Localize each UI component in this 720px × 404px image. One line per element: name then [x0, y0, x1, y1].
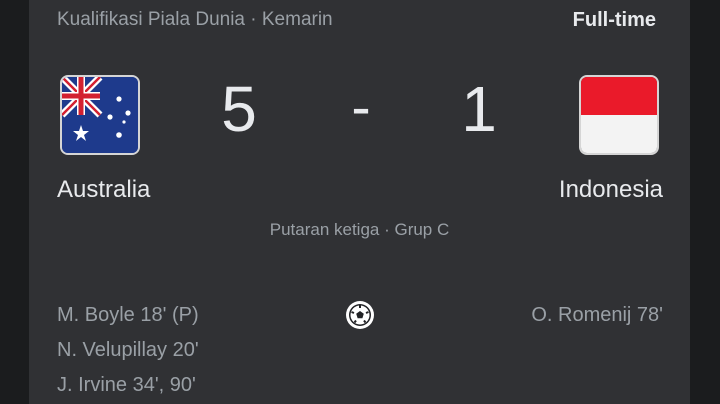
- scorer-item: J. Irvine 34', 90': [57, 374, 196, 396]
- match-status: Full-time: [572, 9, 656, 31]
- australia-flag-icon[interactable]: [62, 77, 138, 153]
- flag-red-band: [581, 77, 657, 115]
- home-scorers-list: M. Boyle 18' (P) N. Velupillay 20' J. Ir…: [57, 298, 199, 403]
- scorer-item: M. Boyle 18' (P): [57, 304, 199, 326]
- home-score: 5: [221, 73, 257, 145]
- indonesia-flag-icon[interactable]: [581, 77, 657, 153]
- away-score: 1: [461, 73, 497, 145]
- away-scorers-list: O. Romenij 78': [531, 298, 663, 333]
- competition-label: Kualifikasi Piala Dunia · Kemarin: [57, 9, 333, 30]
- home-team-name[interactable]: Australia: [57, 176, 150, 204]
- flag-white-band: [581, 115, 657, 153]
- away-team-name[interactable]: Indonesia: [559, 176, 663, 204]
- scorer-item: O. Romenij 78': [531, 304, 663, 326]
- round-label: Putaran ketiga · Grup C: [269, 220, 450, 239]
- scorer-item: N. Velupillay 20': [57, 339, 199, 361]
- soccer-ball-icon: [345, 300, 375, 330]
- australia-flag-svg: [62, 77, 138, 153]
- match-card[interactable]: Kualifikasi Piala Dunia · Kemarin Full-t…: [29, 0, 690, 404]
- score-separator: -: [351, 75, 371, 140]
